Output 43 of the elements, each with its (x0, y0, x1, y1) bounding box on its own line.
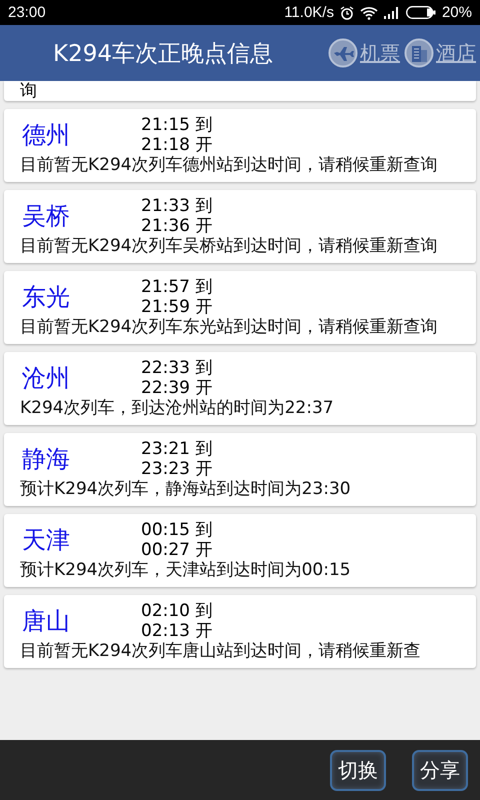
departure-time: 00:27 开 (141, 540, 212, 560)
network-speed: 11.0K/s (284, 4, 334, 21)
clock: 23:00 (8, 4, 46, 21)
battery-level: 20% (442, 4, 472, 21)
arrival-time: 21:33 到 (141, 196, 212, 216)
status-message: 目前暂无K294次列车德州站到达时间，请稍候重新查询 (20, 155, 439, 176)
station-name: 天津 (22, 525, 71, 556)
station-name: 东光 (22, 282, 71, 313)
arrival-time: 21:15 到 (141, 115, 212, 135)
share-button[interactable]: 分享 (412, 750, 468, 790)
departure-time: 23:23 开 (141, 459, 212, 479)
status-message: 预计K294次列车，天津站到达时间为00:15 (20, 560, 352, 581)
arrival-time: 00:15 到 (141, 520, 212, 540)
alarm-icon (340, 6, 354, 20)
page-title: K294车次正晚点信息 (53, 40, 273, 68)
station-name: 德州 (22, 120, 71, 151)
battery-icon (406, 6, 436, 19)
building-icon (404, 38, 434, 68)
departure-time: 21:18 开 (141, 135, 212, 155)
hotels-link[interactable]: 酒店 (436, 40, 476, 66)
status-message: 目前暂无K294次列车唐山站到达时间，请稍候重新查 (20, 641, 422, 662)
status-message: 目前暂无K294次列车东光站到达时间，请稍候重新查询 (20, 317, 439, 338)
departure-time: 02:13 开 (141, 621, 212, 641)
arrival-time: 23:21 到 (141, 439, 212, 459)
station-name: 唐山 (22, 606, 71, 637)
status-message: K294次列车，到达沧州站的时间为22:37 (20, 398, 335, 419)
departure-time: 21:36 开 (141, 216, 212, 236)
status-message: 询 (20, 83, 37, 99)
station-name: 沧州 (22, 363, 71, 394)
departure-time: 21:59 开 (141, 297, 212, 317)
switch-button[interactable]: 切换 (330, 750, 386, 790)
arrival-time: 21:57 到 (141, 277, 212, 297)
arrival-time: 02:10 到 (141, 601, 212, 621)
status-message: 目前暂无K294次列车吴桥站到达时间，请稍候重新查询 (20, 236, 439, 257)
arrival-time: 22:33 到 (141, 358, 212, 378)
flights-link[interactable]: 机票 (360, 40, 400, 66)
departure-time: 22:39 开 (141, 378, 212, 398)
wifi-icon (360, 6, 378, 20)
station-name: 静海 (22, 444, 71, 475)
airplane-icon (328, 38, 358, 68)
station-name: 吴桥 (22, 201, 71, 232)
signal-icon (384, 6, 400, 18)
status-message: 预计K294次列车，静海站到达时间为23:30 (20, 479, 352, 500)
